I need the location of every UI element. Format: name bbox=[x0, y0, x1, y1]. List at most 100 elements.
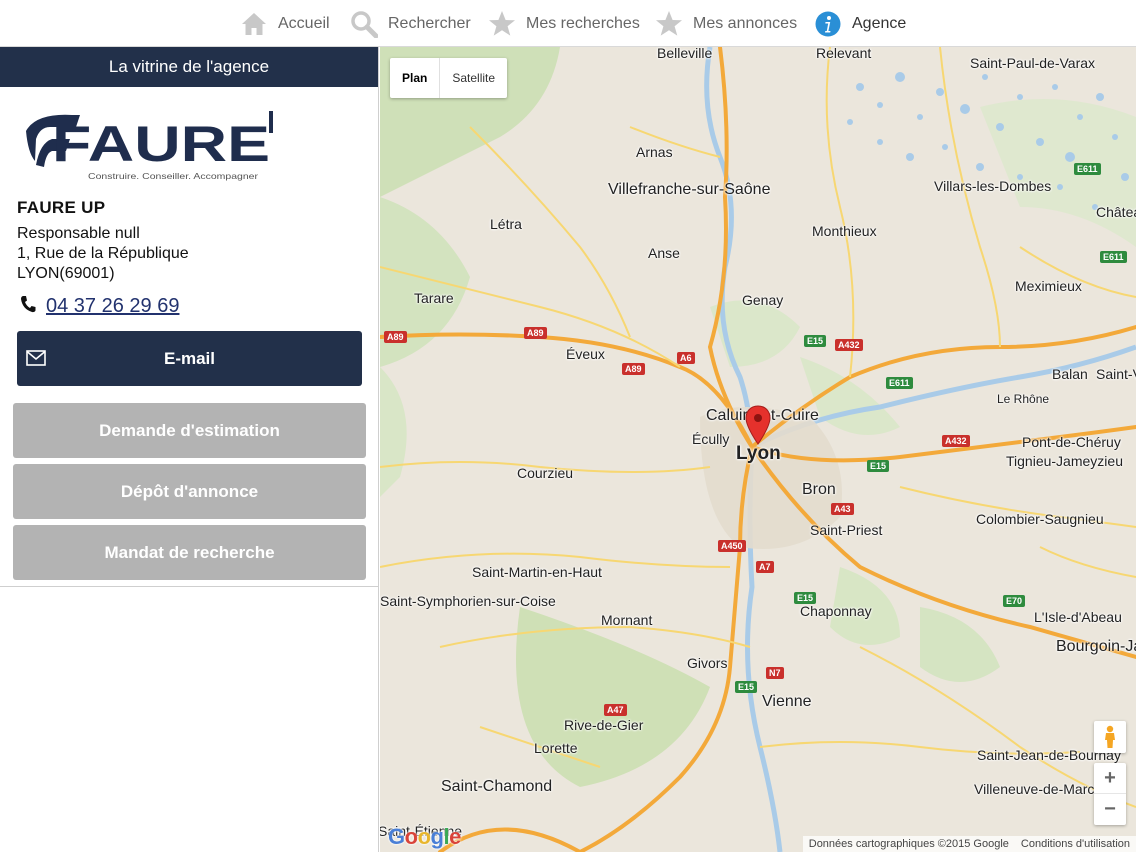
road-shield: A6 bbox=[677, 352, 695, 364]
place-label: Saint-Symphorien-sur-Coise bbox=[380, 593, 556, 609]
road-shield: E70 bbox=[1003, 595, 1026, 607]
place-label: Éveux bbox=[566, 346, 605, 362]
place-label: Genay bbox=[742, 292, 784, 308]
road-shield: E15 bbox=[794, 592, 817, 604]
street-view-pegman-icon[interactable] bbox=[1094, 721, 1126, 753]
road-shield: A432 bbox=[942, 435, 970, 447]
road-shield: E611 bbox=[1100, 251, 1127, 263]
email-button[interactable]: E-mail bbox=[17, 331, 362, 386]
info-icon bbox=[814, 10, 842, 38]
place-label: Lorette bbox=[534, 740, 578, 756]
place-label: Monthieux bbox=[812, 223, 877, 239]
place-label: Belleville bbox=[657, 47, 713, 61]
nav-mes-recherches-label: Mes recherches bbox=[526, 14, 640, 32]
zoom-in-button[interactable]: + bbox=[1094, 763, 1126, 794]
road-shield: E15 bbox=[735, 681, 758, 693]
place-label: Arnas bbox=[636, 144, 673, 160]
place-label: Anse bbox=[648, 245, 680, 261]
agency-name: FAURE UP bbox=[17, 198, 106, 217]
zoom-out-button[interactable]: − bbox=[1094, 794, 1126, 825]
nav-accueil[interactable]: Accueil bbox=[240, 0, 330, 47]
place-label: Courzieu bbox=[517, 465, 574, 481]
place-label: Balan bbox=[1052, 366, 1088, 382]
place-label: Saint-Martin-en-Haut bbox=[472, 564, 602, 580]
terms-link[interactable]: Conditions d'utilisation bbox=[1021, 838, 1130, 850]
place-label: Meximieux bbox=[1015, 278, 1082, 294]
place-label: Château- bbox=[1096, 204, 1136, 220]
logo-brand: FAURE bbox=[52, 116, 270, 172]
place-label: Bron bbox=[802, 481, 836, 498]
road-shield: E15 bbox=[804, 335, 827, 347]
place-label: Saint-Paul-de-Varax bbox=[970, 55, 1096, 71]
place-label: Bourgoin-Ja bbox=[1056, 638, 1136, 655]
road-shield: A47 bbox=[604, 704, 627, 716]
envelope-icon bbox=[26, 350, 46, 371]
place-label: Vienne bbox=[762, 693, 812, 710]
road-shield: A7 bbox=[756, 561, 774, 573]
place-label: Le Rhône bbox=[997, 392, 1050, 406]
place-label: Chaponnay bbox=[800, 603, 872, 619]
road-shield: A432 bbox=[835, 339, 863, 351]
place-label: Létra bbox=[490, 216, 522, 232]
road-shield: A89 bbox=[524, 327, 547, 339]
nav-rechercher[interactable]: Rechercher bbox=[350, 0, 471, 47]
place-label: Colombier-Saugnieu bbox=[976, 511, 1104, 527]
map-type-plan[interactable]: Plan bbox=[390, 58, 441, 98]
road-shield: N7 bbox=[766, 667, 784, 679]
road-shield: A89 bbox=[622, 363, 645, 375]
road-shield: E15 bbox=[867, 460, 890, 472]
nav-mes-recherches[interactable]: Mes recherches bbox=[488, 0, 640, 47]
road-shield: E611 bbox=[1074, 163, 1101, 175]
nav-accueil-label: Accueil bbox=[278, 14, 330, 32]
agency-logo: FAURE Construire. Conseiller. Accompagne… bbox=[22, 109, 277, 189]
agency-panel: La vitrine de l'agence FAURE Construire.… bbox=[0, 47, 379, 852]
place-label: Villefranche-sur-Saône bbox=[608, 181, 771, 198]
attribution-text: Données cartographiques ©2015 Google bbox=[808, 838, 1009, 850]
phone-link[interactable]: 04 37 26 29 69 bbox=[46, 295, 179, 318]
zoom-control: + − bbox=[1094, 763, 1126, 825]
top-navigation: Accueil Rechercher Mes recherches Mes an… bbox=[0, 0, 1136, 47]
estimation-button[interactable]: Demande d'estimation bbox=[13, 403, 366, 458]
home-icon bbox=[240, 10, 268, 38]
road-shield: A43 bbox=[831, 503, 854, 515]
mandat-recherche-button[interactable]: Mandat de recherche bbox=[13, 525, 366, 580]
star-icon bbox=[488, 10, 516, 38]
place-label: Tignieu-Jameyzieu bbox=[1006, 453, 1123, 469]
map-view[interactable]: Belleville Relevant Saint-Paul-de-Varax … bbox=[380, 47, 1136, 852]
place-label: Saint-Chamond bbox=[441, 778, 553, 795]
road-shield: A450 bbox=[718, 540, 746, 552]
place-label: Saint-Vu bbox=[1096, 366, 1136, 382]
depot-annonce-button[interactable]: Dépôt d'annonce bbox=[13, 464, 366, 519]
nav-mes-annonces[interactable]: Mes annonces bbox=[655, 0, 797, 47]
map-type-satellite[interactable]: Satellite bbox=[440, 58, 507, 98]
road-shield: A89 bbox=[384, 331, 407, 343]
google-logo: Google bbox=[388, 824, 461, 849]
search-icon bbox=[350, 10, 378, 38]
agency-address: 1, Rue de la République bbox=[17, 245, 189, 262]
agency-city: LYON(69001) bbox=[17, 265, 115, 282]
logo-tagline: Construire. Conseiller. Accompagner bbox=[88, 171, 258, 181]
place-label: Rive-de-Gier bbox=[564, 717, 644, 733]
road-shield: E611 bbox=[886, 377, 913, 389]
agency-responsable: Responsable null bbox=[17, 225, 140, 242]
phone-row: 04 37 26 29 69 bbox=[20, 295, 179, 318]
nav-rechercher-label: Rechercher bbox=[388, 14, 471, 32]
email-button-label: E-mail bbox=[163, 348, 216, 368]
place-label: Villeneuve-de-Marc bbox=[974, 781, 1095, 797]
place-label: Écully bbox=[692, 431, 730, 447]
nav-mes-annonces-label: Mes annonces bbox=[693, 14, 798, 32]
nav-agence[interactable]: Agence bbox=[814, 0, 906, 47]
place-label: Mornant bbox=[601, 612, 653, 628]
nav-agence-label: Agence bbox=[852, 14, 907, 32]
star-icon bbox=[655, 10, 683, 38]
location-marker-icon[interactable] bbox=[745, 405, 771, 450]
place-label: Saint-Priest bbox=[810, 522, 883, 538]
map-attribution: Données cartographiques ©2015 Google Con… bbox=[802, 836, 1136, 852]
place-label: Pont-de-Chéruy bbox=[1022, 434, 1121, 450]
place-label: Relevant bbox=[816, 47, 872, 61]
map-type-control: Plan Satellite bbox=[390, 58, 508, 98]
divider bbox=[0, 586, 379, 587]
place-label: Givors bbox=[687, 655, 728, 671]
place-label: L'Isle-d'Abeau bbox=[1034, 609, 1122, 625]
place-label: Tarare bbox=[414, 290, 454, 306]
